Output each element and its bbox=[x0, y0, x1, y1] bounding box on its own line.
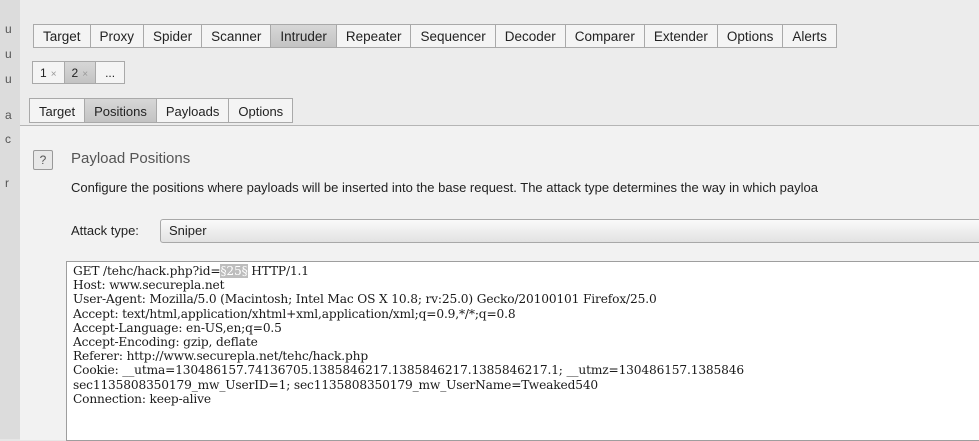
tab-scanner[interactable]: Scanner bbox=[201, 24, 271, 48]
burp-window: Target Proxy Spider Scanner Intruder Rep… bbox=[20, 0, 979, 441]
strip-char: u bbox=[5, 22, 12, 36]
tab-intruder[interactable]: Intruder bbox=[270, 24, 336, 48]
intruder-section-tabs: Target Positions Payloads Options bbox=[29, 98, 294, 123]
request-line: GET /tehc/hack.php?id=§25§ HTTP/1.1 bbox=[73, 264, 979, 278]
tab-comparer[interactable]: Comparer bbox=[564, 24, 644, 48]
attack-tab-label: 1 bbox=[40, 66, 47, 80]
tab-options[interactable]: Options bbox=[716, 24, 783, 48]
tab-target[interactable]: Target bbox=[33, 24, 90, 48]
header-user-agent: User-Agent: Mozilla/5.0 (Macintosh; Inte… bbox=[73, 292, 657, 307]
payload-position-marker[interactable]: §25§ bbox=[220, 264, 248, 278]
strip-char: u bbox=[5, 47, 12, 61]
tab-repeater[interactable]: Repeater bbox=[335, 24, 411, 48]
close-icon[interactable]: × bbox=[51, 69, 57, 80]
header-connection: Connection: keep-alive bbox=[73, 391, 211, 406]
strip-char: c bbox=[5, 132, 11, 146]
header-cookie-continued: sec1135808350179_mw_UserID=1; sec1135808… bbox=[73, 377, 599, 392]
attack-tab-label: 2 bbox=[71, 66, 79, 80]
help-icon[interactable]: ? bbox=[33, 150, 53, 170]
tab-decoder[interactable]: Decoder bbox=[494, 24, 565, 48]
tab-proxy[interactable]: Proxy bbox=[89, 24, 144, 48]
header-host: Host: www.securepla.net bbox=[73, 278, 225, 293]
close-icon[interactable]: × bbox=[82, 69, 88, 80]
request-line-start: GET /tehc/hack.php?id= bbox=[73, 264, 221, 278]
header-accept-language: Accept-Language: en-US,en;q=0.5 bbox=[73, 320, 282, 335]
tab-extender[interactable]: Extender bbox=[643, 24, 717, 48]
attack-type-label: Attack type: bbox=[71, 223, 139, 238]
main-tab-bar: Target Proxy Spider Scanner Intruder Rep… bbox=[33, 24, 837, 48]
header-referer: Referer: http://www.securepla.net/tehc/h… bbox=[73, 349, 369, 364]
tab-section-positions[interactable]: Positions bbox=[84, 98, 156, 123]
tab-spider[interactable]: Spider bbox=[143, 24, 202, 48]
positions-panel: ? Payload Positions Configure the positi… bbox=[20, 125, 979, 441]
attack-tab-2[interactable]: 2 × bbox=[63, 61, 96, 84]
strip-char: r bbox=[5, 176, 9, 190]
request-line-end: HTTP/1.1 bbox=[247, 264, 309, 278]
header-accept: Accept: text/html,application/xhtml+xml,… bbox=[73, 306, 516, 321]
header-cookie: Cookie: __utma=130486157.74136705.138584… bbox=[73, 363, 744, 378]
panel-title: Payload Positions bbox=[71, 150, 191, 167]
strip-char: a bbox=[5, 108, 12, 122]
tab-sequencer[interactable]: Sequencer bbox=[410, 24, 495, 48]
tab-section-options[interactable]: Options bbox=[228, 98, 294, 123]
tab-alerts[interactable]: Alerts bbox=[782, 24, 837, 48]
attack-tab-1[interactable]: 1 × bbox=[32, 61, 64, 84]
header-accept-encoding: Accept-Encoding: gzip, deflate bbox=[73, 335, 258, 350]
strip-char: u bbox=[5, 72, 12, 86]
tab-section-target[interactable]: Target bbox=[29, 98, 85, 123]
new-tab-button[interactable]: ... bbox=[95, 61, 126, 84]
panel-description: Configure the positions where payloads w… bbox=[71, 180, 818, 195]
request-editor[interactable]: GET /tehc/hack.php?id=§25§ HTTP/1.1 Host… bbox=[66, 261, 979, 441]
attack-type-select[interactable]: Sniper bbox=[160, 219, 979, 243]
left-window-strip: u u u a c r bbox=[0, 0, 21, 439]
tab-section-payloads[interactable]: Payloads bbox=[155, 98, 229, 123]
attack-tab-bar: 1 × 2 × ... bbox=[32, 61, 126, 84]
